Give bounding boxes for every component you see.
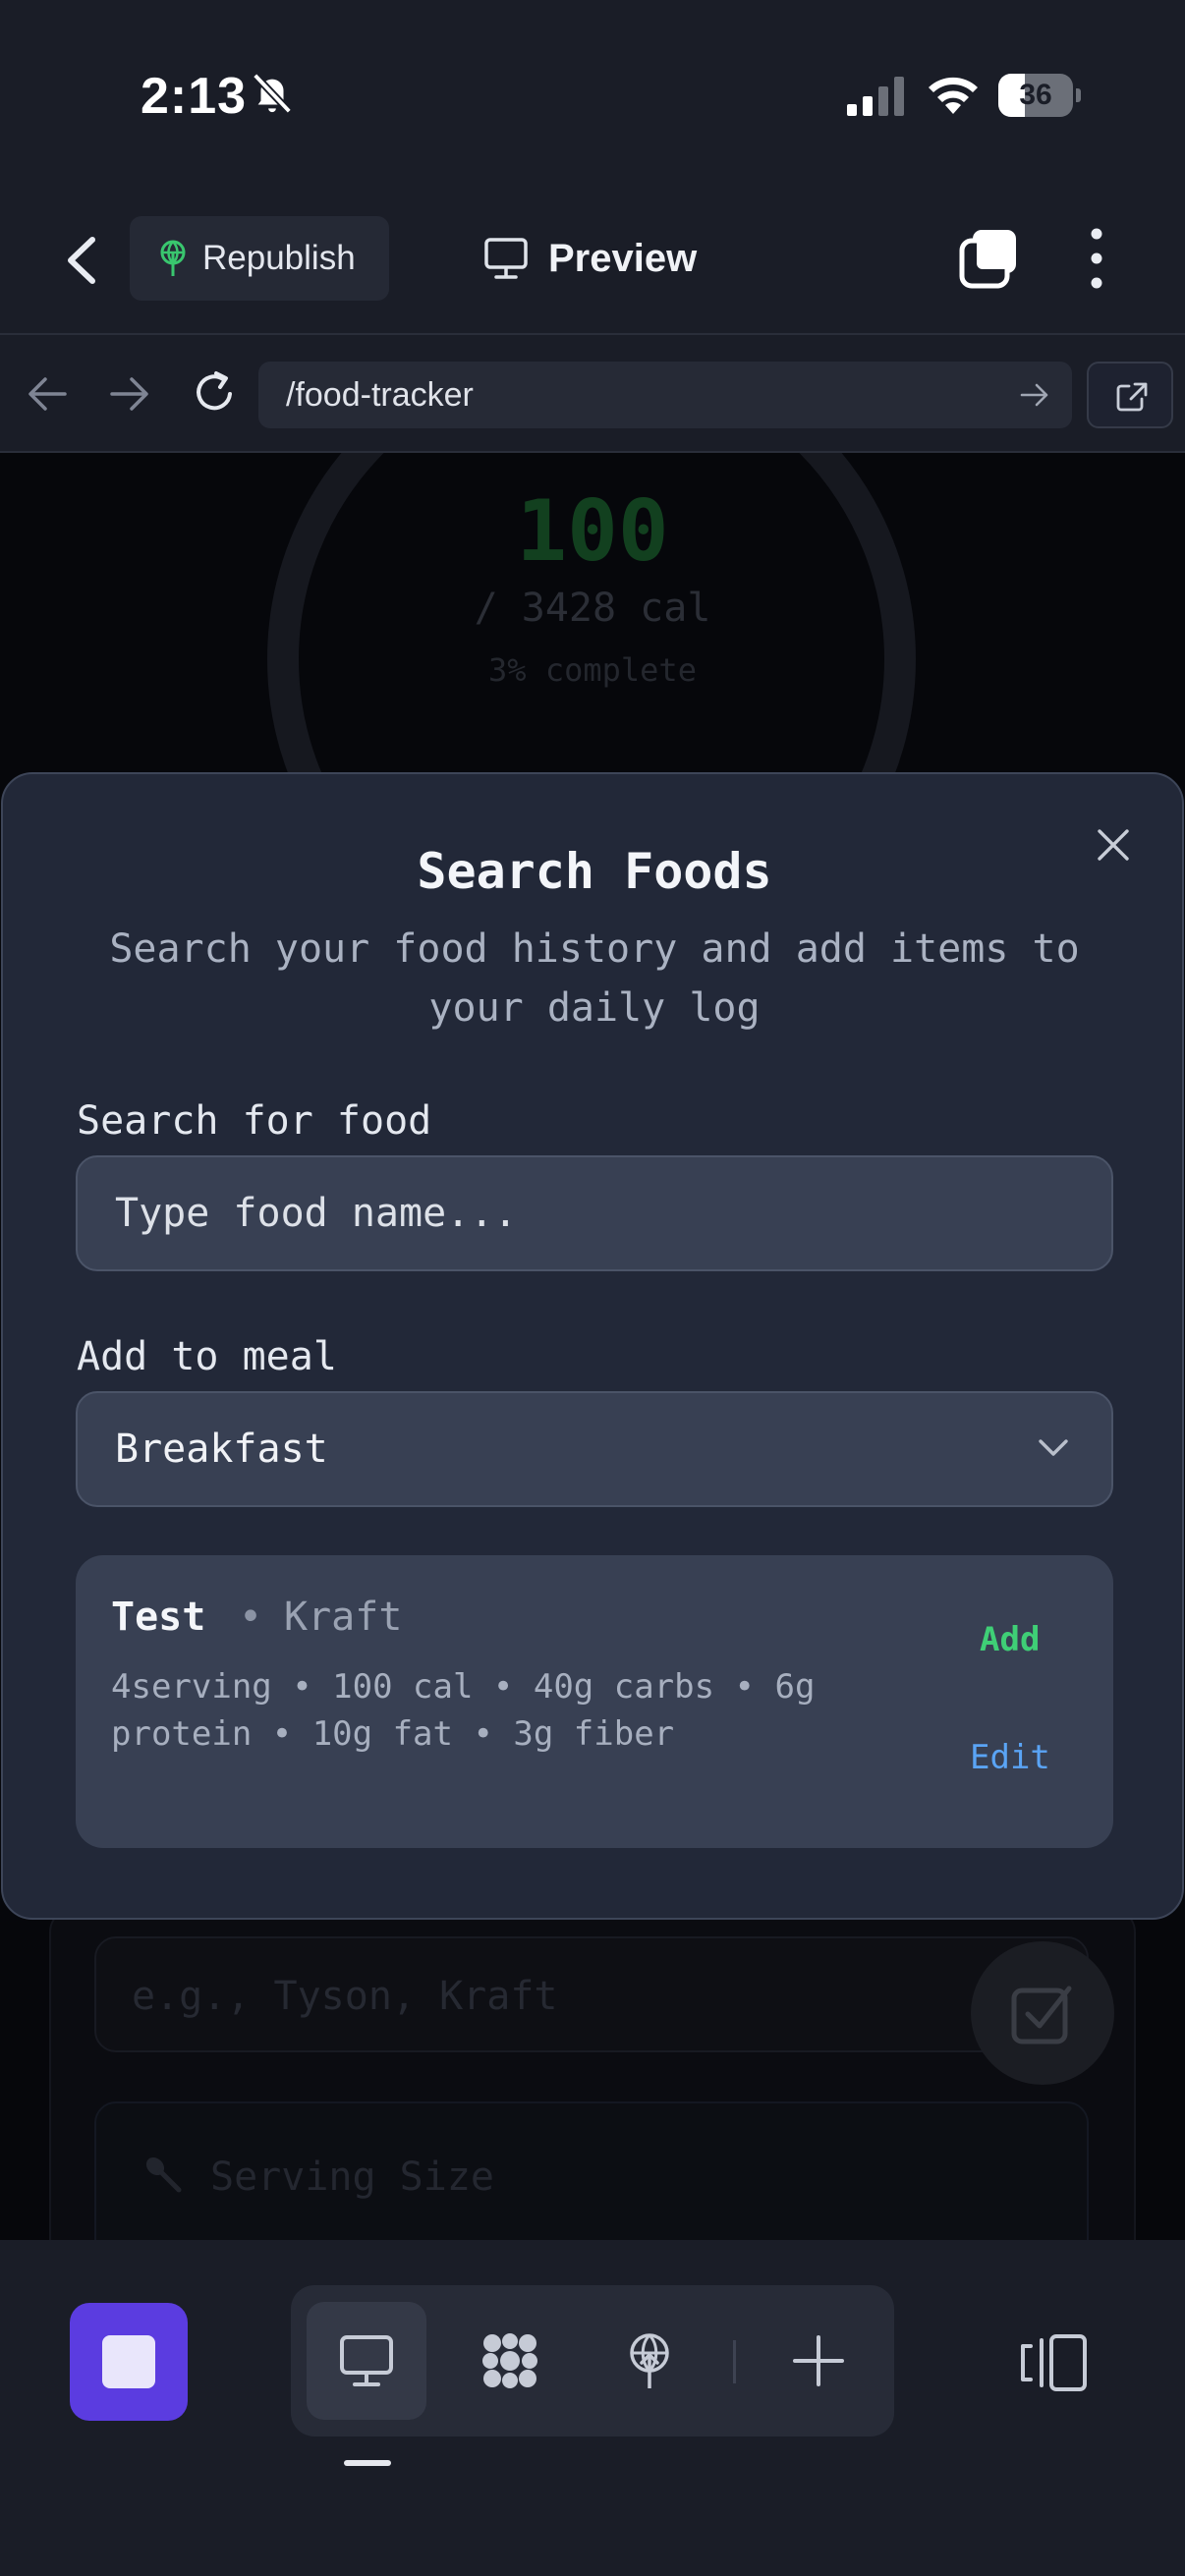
add-button[interactable] (759, 2302, 878, 2420)
stop-icon (102, 2335, 155, 2388)
calories-consumed: 100 (516, 482, 669, 581)
search-label: Search for food (77, 1098, 432, 1144)
arrow-right-icon[interactable] (108, 374, 151, 414)
stop-button[interactable] (70, 2303, 188, 2421)
edit-food-button[interactable]: Edit (970, 1738, 1050, 1777)
tabs-icon[interactable] (959, 228, 1020, 289)
url-text: /food-tracker (286, 376, 474, 414)
url-bar: /food-tracker (0, 333, 1185, 453)
bell-slash-icon (252, 73, 293, 114)
save-fab[interactable] (971, 1941, 1114, 2085)
screen: 2:13 36 Republish Preview /food-tracker … (0, 0, 1185, 2576)
percent-complete: 3% complete (488, 651, 697, 689)
meal-selected-value: Breakfast (115, 1427, 328, 1472)
serving-size-section: Serving Size (94, 2101, 1089, 2241)
serving-size-label: Serving Size (210, 2155, 494, 2200)
preview-button[interactable]: Preview (483, 224, 697, 293)
antenna-icon (160, 240, 186, 276)
name-brand-separator: • (239, 1595, 263, 1640)
status-bar: 2:13 36 (0, 0, 1185, 187)
spoon-icon (145, 2156, 182, 2193)
tab-preview[interactable] (307, 2302, 426, 2420)
monitor-icon (340, 2335, 393, 2386)
calories-goal: / 3428 cal (474, 586, 711, 631)
food-result-item: Test • Kraft 4serving • 100 cal • 40g ca… (76, 1555, 1113, 1848)
signal-icon (847, 77, 904, 116)
search-input-wrapper (76, 1155, 1113, 1271)
plus-icon (793, 2335, 844, 2386)
brand-placeholder: e.g., Tyson, Kraft (132, 1974, 558, 2019)
active-tab-indicator (344, 2460, 391, 2466)
meal-label: Add to meal (77, 1334, 337, 1379)
checkbox-check-icon (1011, 1986, 1072, 2044)
modal-title: Search Foods (417, 843, 772, 900)
bottom-bar (0, 2240, 1185, 2576)
arrow-left-icon[interactable] (26, 374, 69, 414)
open-external-button[interactable] (1087, 362, 1173, 428)
food-nutrition: 4serving • 100 cal • 40g carbs • 6g prot… (111, 1667, 816, 1754)
segment-divider (733, 2340, 736, 2383)
search-foods-modal: Search Foods Search your food history an… (1, 772, 1184, 1920)
top-toolbar: Republish Preview (0, 187, 1185, 334)
search-input[interactable] (78, 1157, 1111, 1269)
tab-apps[interactable] (450, 2302, 570, 2420)
preview-label: Preview (548, 236, 698, 280)
battery-level: 36 (1019, 79, 1052, 111)
republish-button[interactable]: Republish (130, 216, 389, 301)
add-food-button[interactable]: Add (980, 1620, 1040, 1659)
battery-icon: 36 (998, 74, 1081, 117)
apps-icon (482, 2333, 537, 2388)
url-field[interactable]: /food-tracker (258, 362, 1072, 428)
meal-select[interactable]: Breakfast (76, 1391, 1113, 1507)
tab-publish[interactable] (590, 2302, 709, 2420)
external-link-icon (1116, 382, 1148, 412)
view-switcher (291, 2285, 894, 2436)
food-brand: Kraft (284, 1595, 403, 1640)
more-vertical-icon[interactable] (1081, 226, 1112, 291)
modal-subtitle: Search your food history and add items t… (109, 926, 1080, 1031)
status-time: 2:13 (141, 68, 248, 125)
wifi-icon (929, 77, 978, 114)
go-arrow-icon[interactable] (1019, 381, 1050, 409)
chevron-left-icon[interactable] (53, 226, 112, 295)
brand-input[interactable]: e.g., Tyson, Kraft (94, 1936, 1089, 2052)
republish-label: Republish (202, 239, 356, 277)
publish-icon (630, 2333, 669, 2388)
monitor-icon (484, 238, 528, 279)
sidebar-icon[interactable] (1018, 2330, 1089, 2395)
food-name: Test (111, 1595, 206, 1640)
reload-icon[interactable] (191, 368, 238, 418)
chevron-down-icon (1039, 1439, 1068, 1456)
